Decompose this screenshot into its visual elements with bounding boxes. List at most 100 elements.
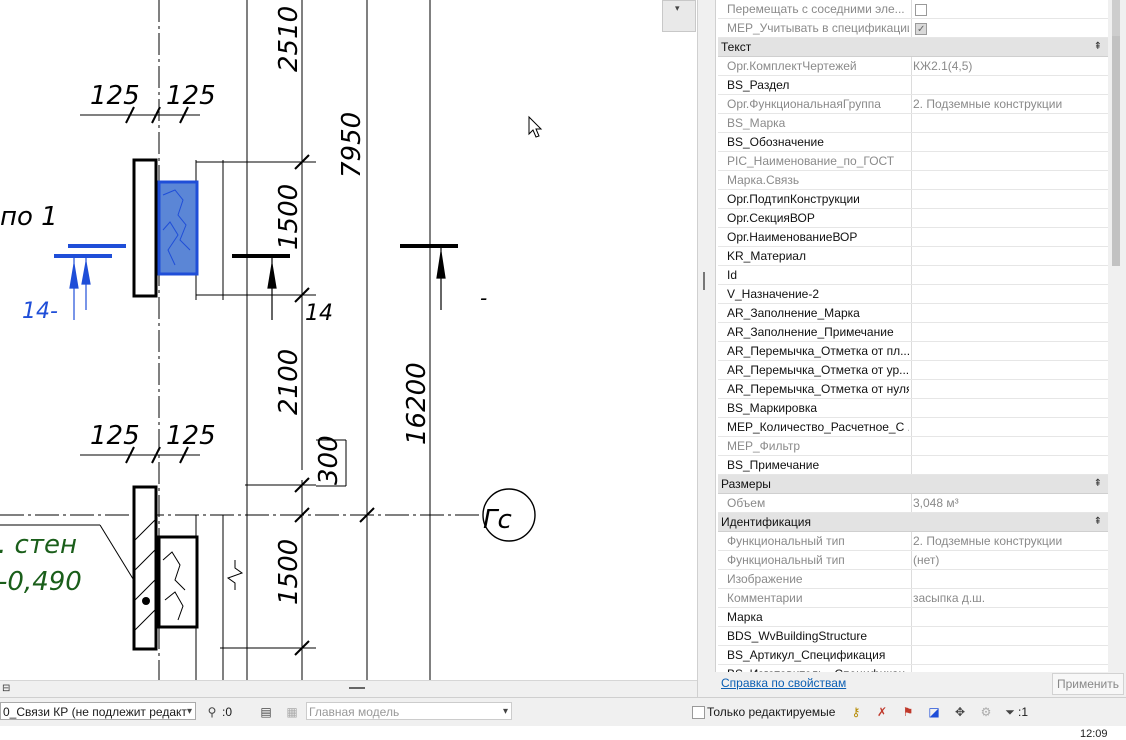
underlay-select-icon[interactable]: ✗ bbox=[874, 704, 890, 720]
prop-value[interactable] bbox=[911, 342, 1103, 360]
prop-value[interactable] bbox=[911, 665, 1103, 672]
property-row[interactable]: Орг.ФункциональнаяГруппа 2. Подземные кон… bbox=[718, 95, 1108, 114]
drag-select-icon[interactable]: ✥ bbox=[952, 704, 968, 720]
property-row[interactable]: MEP_Количество_Расчетное_С ... bbox=[718, 418, 1108, 437]
panel-splitter[interactable]: ▾ bbox=[662, 0, 716, 697]
apply-button[interactable]: Применить bbox=[1052, 673, 1124, 695]
property-row[interactable]: KR_Материал bbox=[718, 247, 1108, 266]
property-row[interactable]: MEP_Фильтр bbox=[718, 437, 1108, 456]
property-row[interactable]: AR_Перемычка_Отметка от пл... bbox=[718, 342, 1108, 361]
property-row[interactable]: BS_Раздел bbox=[718, 76, 1108, 95]
prop-value[interactable] bbox=[911, 133, 1103, 151]
property-row[interactable]: BS_Изготовитель_ Спецификац... bbox=[718, 665, 1108, 672]
drawing-canvas[interactable]: 125 125 125 125 по 1 Гс - 14 2510 7950 1… bbox=[0, 0, 697, 680]
prop-value[interactable] bbox=[911, 380, 1103, 398]
dim-125-b1: 125 bbox=[90, 421, 140, 451]
property-group-header[interactable]: Идентификация ⇞ bbox=[718, 513, 1108, 532]
checkbox[interactable] bbox=[915, 3, 927, 16]
prop-value[interactable] bbox=[911, 285, 1103, 303]
property-row[interactable]: BDS_WvBuildingStructure bbox=[718, 627, 1108, 646]
background-process-icon[interactable]: ⚙ bbox=[978, 704, 994, 720]
prop-value[interactable] bbox=[911, 646, 1103, 664]
prop-value[interactable] bbox=[911, 209, 1103, 227]
drawing-svg: 125 125 125 125 по 1 Гс - 14 2510 7950 1… bbox=[0, 0, 543, 680]
prop-key: Функциональный тип bbox=[727, 534, 845, 548]
prop-value[interactable] bbox=[911, 266, 1103, 284]
property-row[interactable]: Марка bbox=[718, 608, 1108, 627]
property-row[interactable]: Изображение bbox=[718, 570, 1108, 589]
property-row[interactable]: Орг.КомплектЧертежей КЖ2.1(4,5) bbox=[718, 57, 1108, 76]
selection-filter-icon[interactable]: ⚲ bbox=[204, 704, 220, 720]
status-bar: 0_Связи КР (не подлежит редакт ▾ ⚲ :0 ▤ … bbox=[0, 697, 1126, 726]
checkbox-checked[interactable] bbox=[915, 21, 927, 37]
note-level: -0,490 bbox=[0, 567, 82, 597]
pinned-select-icon[interactable]: ⚑ bbox=[900, 704, 916, 720]
scroll-thumb-track[interactable] bbox=[1112, 36, 1120, 266]
property-row[interactable]: Функциональный тип (нет) bbox=[718, 551, 1108, 570]
property-row[interactable]: AR_Заполнение_Марка bbox=[718, 304, 1108, 323]
property-group-header[interactable]: Текст ⇞ bbox=[718, 38, 1108, 57]
design-options-icon[interactable]: ▦ bbox=[284, 704, 300, 720]
prop-value bbox=[911, 437, 1103, 455]
property-row[interactable]: BS_Примечание bbox=[718, 456, 1108, 475]
prop-value[interactable] bbox=[911, 361, 1103, 379]
prop-value[interactable] bbox=[911, 399, 1103, 417]
property-row[interactable]: Id bbox=[718, 266, 1108, 285]
properties-vertical-scrollbar[interactable] bbox=[1108, 0, 1126, 672]
property-row[interactable]: Орг.ПодтипКонструкции bbox=[718, 190, 1108, 209]
prop-value[interactable] bbox=[911, 190, 1103, 208]
prop-value[interactable] bbox=[911, 323, 1103, 341]
editable-only-checkbox[interactable] bbox=[692, 706, 705, 719]
splitter-grip[interactable] bbox=[703, 272, 705, 290]
collapse-icon[interactable]: ⇞ bbox=[1094, 475, 1102, 493]
type-selector-dropdown[interactable]: ▾ bbox=[662, 0, 696, 32]
links-select-icon[interactable]: ⚷ bbox=[848, 704, 864, 720]
worksets-icon[interactable]: ▤ bbox=[258, 704, 274, 720]
prop-key: Орг.ФункциональнаяГруппа bbox=[727, 97, 881, 111]
collapse-icon[interactable]: ⇞ bbox=[1094, 513, 1102, 531]
properties-help-link[interactable]: Справка по свойствам bbox=[721, 676, 846, 690]
filter-icon[interactable]: ⏷ bbox=[1002, 704, 1018, 720]
property-row[interactable]: BS_Маркировка bbox=[718, 399, 1108, 418]
prop-value[interactable] bbox=[911, 418, 1103, 436]
workset-select[interactable]: 0_Связи КР (не подлежит редакт ▾ bbox=[0, 702, 196, 720]
property-row[interactable]: AR_Перемычка_Отметка от ур... bbox=[718, 361, 1108, 380]
prop-value[interactable] bbox=[911, 247, 1103, 265]
prop-value[interactable] bbox=[911, 76, 1103, 94]
prop-key: Перемещать с соседними эле... bbox=[727, 2, 905, 16]
prop-row-mep-spec[interactable]: MEP_Учитывать в спецификации bbox=[718, 19, 1108, 38]
property-row[interactable]: Орг.НаименованиеВОР bbox=[718, 228, 1108, 247]
property-row[interactable]: Объем 3,048 м³ bbox=[718, 494, 1108, 513]
prop-key: MEP_Учитывать в спецификации bbox=[727, 21, 909, 35]
prop-value[interactable] bbox=[911, 608, 1103, 626]
property-row[interactable]: Комментарии засыпка д.ш. bbox=[718, 589, 1108, 608]
prop-value[interactable] bbox=[911, 304, 1103, 322]
prop-value[interactable] bbox=[911, 456, 1103, 474]
property-row[interactable]: Функциональный тип 2. Подземные конструкц… bbox=[718, 532, 1108, 551]
canvas-horizontal-scrollbar[interactable]: ⊟ bbox=[0, 680, 697, 698]
face-select-icon[interactable]: ◪ bbox=[926, 704, 942, 720]
property-row[interactable]: Орг.СекцияВОР bbox=[718, 209, 1108, 228]
property-row[interactable]: BS_Обозначение bbox=[718, 133, 1108, 152]
design-option-select[interactable]: Главная модель ▾ bbox=[306, 702, 512, 720]
property-row[interactable]: PIC_Наименование_по_ГОСТ bbox=[718, 152, 1108, 171]
property-row[interactable]: BS_Марка bbox=[718, 114, 1108, 133]
prop-key: AR_Перемычка_Отметка от нуля bbox=[727, 382, 909, 396]
dim-14: 14 bbox=[305, 301, 333, 326]
note-dash: - bbox=[480, 286, 487, 310]
property-row[interactable]: BS_Артикул_Спецификация bbox=[718, 646, 1108, 665]
scroll-thumb[interactable] bbox=[1112, 0, 1120, 36]
scroll-grip[interactable] bbox=[349, 687, 365, 689]
property-row[interactable]: V_Назначение-2 bbox=[718, 285, 1108, 304]
prop-value: засыпка д.ш. bbox=[911, 589, 1103, 607]
property-row[interactable]: Марка.Связь bbox=[718, 171, 1108, 190]
property-row[interactable]: AR_Перемычка_Отметка от нуля bbox=[718, 380, 1108, 399]
property-row[interactable]: AR_Заполнение_Примечание bbox=[718, 323, 1108, 342]
property-group-header[interactable]: Размеры ⇞ bbox=[718, 475, 1108, 494]
collapse-icon[interactable]: ⇞ bbox=[1094, 38, 1102, 56]
prop-value[interactable] bbox=[911, 228, 1103, 246]
prop-value bbox=[911, 19, 1103, 37]
prop-value[interactable] bbox=[911, 627, 1103, 645]
prop-key: MEP_Количество_Расчетное_С ... bbox=[727, 420, 909, 434]
prop-row-move-with-neighbors[interactable]: Перемещать с соседними эле... bbox=[718, 0, 1108, 19]
